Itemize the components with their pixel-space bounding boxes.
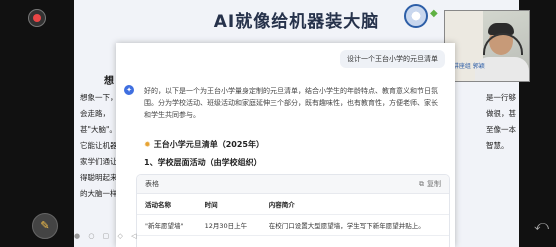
copy-button[interactable]: ⧉ 复制 bbox=[419, 179, 441, 189]
copy-icon: ⧉ bbox=[419, 180, 424, 188]
table-card: 表格 ⧉ 复制 活动名称 时间 内容简介 "新年愿望墙" 12月30日上午 在校门… bbox=[136, 174, 450, 247]
table-column-header: 内容简介 bbox=[260, 194, 449, 215]
table-cell: 在校门口设置大型愿望墙，学生写下新年愿望并贴上。 bbox=[260, 214, 449, 236]
list-title-text: 王台小学元旦清单（2025年） bbox=[153, 140, 264, 149]
record-icon[interactable] bbox=[28, 9, 46, 27]
mic-icon[interactable]: ✎ bbox=[32, 213, 58, 239]
list-title: ✹ 王台小学元旦清单（2025年） bbox=[144, 139, 264, 150]
table-label: 表格 bbox=[145, 180, 159, 188]
table-header-row: 活动名称 时间 内容简介 bbox=[137, 194, 449, 215]
copy-label: 复制 bbox=[427, 180, 441, 188]
table-header-bar: 表格 ⧉ 复制 bbox=[137, 175, 449, 194]
university-logo bbox=[404, 4, 428, 28]
activity-table: 活动名称 时间 内容简介 "新年愿望墙" 12月30日上午 在校门口设置大型愿望… bbox=[137, 194, 449, 236]
ai-answer-text: 好的，以下是一个为王台小学量身定制的元旦清单，结合小学生的年龄特点、教育意义和节… bbox=[144, 87, 438, 119]
bottom-toolbar[interactable]: ● ○ ▢ ◇ ◁ bbox=[74, 232, 174, 242]
slide-left-heading: 想 bbox=[104, 76, 114, 87]
back-icon[interactable]: ⤺ bbox=[534, 218, 549, 234]
partner-logo: ◆ bbox=[430, 8, 438, 19]
table-column-header: 时间 bbox=[196, 194, 261, 215]
table-cell: 12月30日上午 bbox=[196, 214, 261, 236]
ai-avatar-icon: ✦ bbox=[124, 85, 134, 95]
participant-video[interactable]: AI讲座组 郭颖 bbox=[444, 10, 530, 82]
chat-panel: 设计一个王台小学的元旦清单 ✦ 好的，以下是一个为王台小学量身定制的元旦清单，结… bbox=[116, 43, 455, 247]
section-title: 1、学校层面活动（由学校组织） bbox=[144, 158, 262, 167]
slide-right-text: 是一行够做很，甚至像一本智慧。 bbox=[486, 93, 516, 150]
user-message-bubble: 设计一个王台小学的元旦清单 bbox=[340, 50, 445, 68]
table-column-header: 活动名称 bbox=[137, 194, 197, 215]
star-icon: ✹ bbox=[144, 140, 151, 149]
table-row: "新年愿望墙" 12月30日上午 在校门口设置大型愿望墙，学生写下新年愿望并贴上… bbox=[137, 214, 449, 236]
